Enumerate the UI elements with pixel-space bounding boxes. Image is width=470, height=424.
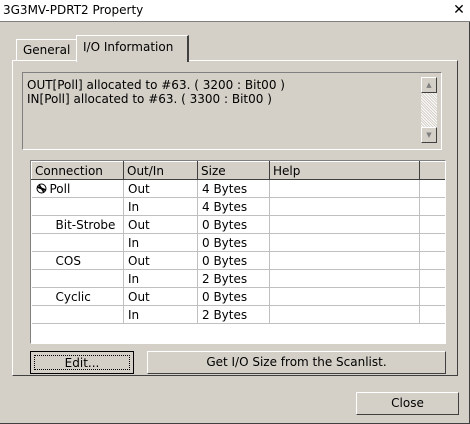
- cell-outin: Out: [123, 179, 198, 198]
- cell-outin: In: [123, 269, 198, 288]
- window-title: 3G3MV-PDRT2 Property: [3, 3, 144, 17]
- cell-help: [269, 287, 420, 306]
- get-io-size-button[interactable]: Get I/O Size from the Scanlist.: [147, 351, 446, 374]
- cell-outin: In: [123, 305, 198, 324]
- cell-empty: [419, 197, 445, 216]
- cell-size: 2 Bytes: [197, 269, 270, 288]
- info-line-in: IN[Poll] allocated to #63. ( 3300 : Bit0…: [27, 92, 272, 106]
- cell-help: [269, 179, 420, 198]
- scroll-down-icon[interactable]: ▼: [421, 127, 437, 143]
- table-row[interactable]: In 2 Bytes: [31, 269, 445, 288]
- cell-outin: Out: [123, 215, 198, 234]
- column-header-connection[interactable]: Connection: [31, 161, 124, 180]
- edit-button-label: Edit...: [34, 355, 130, 370]
- tab-general[interactable]: General: [16, 39, 78, 61]
- info-scrollbar[interactable]: ▲ ▼: [421, 77, 437, 143]
- cell-outin: Out: [123, 287, 198, 306]
- cell-size: 0 Bytes: [197, 233, 270, 252]
- cell-connection: Poll: [31, 179, 124, 198]
- edit-button[interactable]: Edit...: [30, 351, 134, 374]
- cell-connection: [31, 305, 124, 324]
- cell-size: 4 Bytes: [197, 197, 270, 216]
- cell-help: [269, 215, 420, 234]
- table-row[interactable]: COS Out 0 Bytes: [31, 251, 445, 270]
- table-row[interactable]: In 0 Bytes: [31, 233, 445, 252]
- column-header-help[interactable]: Help: [269, 161, 420, 180]
- cell-size: 2 Bytes: [197, 305, 270, 324]
- cell-help: [269, 305, 420, 324]
- cell-size: 0 Bytes: [197, 215, 270, 234]
- info-line-out: OUT[Poll] allocated to #63. ( 3200 : Bit…: [27, 78, 285, 92]
- cell-size: 0 Bytes: [197, 287, 270, 306]
- cell-empty: [419, 287, 445, 306]
- table-row[interactable]: In 4 Bytes: [31, 197, 445, 216]
- cell-empty: [419, 179, 445, 198]
- cell-empty: [419, 269, 445, 288]
- io-table[interactable]: Connection Out/In Size Help Poll Out 4 B…: [30, 160, 446, 344]
- connection-icon: [36, 183, 46, 193]
- scroll-track[interactable]: [421, 93, 437, 127]
- cell-outin: In: [123, 233, 198, 252]
- cell-outin: In: [123, 197, 198, 216]
- cell-outin: Out: [123, 251, 198, 270]
- cell-connection: Bit-Strobe: [31, 215, 124, 234]
- cell-connection: [31, 269, 124, 288]
- tab-io-information[interactable]: I/O Information: [76, 35, 189, 62]
- table-row[interactable]: Bit-Strobe Out 0 Bytes: [31, 215, 445, 234]
- cell-size: 0 Bytes: [197, 251, 270, 270]
- table-header-row: Connection Out/In Size Help: [31, 161, 445, 180]
- cell-empty: [419, 215, 445, 234]
- cell-empty: [419, 305, 445, 324]
- cell-connection: [31, 233, 124, 252]
- column-header-size[interactable]: Size: [197, 161, 270, 180]
- table-row[interactable]: Cyclic Out 0 Bytes: [31, 287, 445, 306]
- cell-size: 4 Bytes: [197, 179, 270, 198]
- column-header-outin[interactable]: Out/In: [123, 161, 198, 180]
- close-button[interactable]: Close: [356, 392, 459, 415]
- property-dialog: 3G3MV-PDRT2 Property ✕ General I/O Infor…: [0, 0, 470, 424]
- cell-help: [269, 269, 420, 288]
- title-bar[interactable]: 3G3MV-PDRT2 Property ✕: [0, 0, 470, 22]
- close-window-icon[interactable]: ✕: [451, 2, 467, 18]
- cell-empty: [419, 251, 445, 270]
- scroll-up-icon[interactable]: ▲: [421, 77, 437, 93]
- cell-help: [269, 197, 420, 216]
- cell-empty: [419, 233, 445, 252]
- column-header-empty: [419, 161, 445, 180]
- table-row[interactable]: In 2 Bytes: [31, 305, 445, 324]
- cell-connection: Cyclic: [31, 287, 124, 306]
- allocation-info-box: OUT[Poll] allocated to #63. ( 3200 : Bit…: [22, 72, 442, 150]
- cell-connection-label: Poll: [49, 181, 71, 196]
- cell-help: [269, 233, 420, 252]
- cell-help: [269, 251, 420, 270]
- cell-connection: [31, 197, 124, 216]
- cell-connection: COS: [31, 251, 124, 270]
- table-row[interactable]: Poll Out 4 Bytes: [31, 179, 445, 198]
